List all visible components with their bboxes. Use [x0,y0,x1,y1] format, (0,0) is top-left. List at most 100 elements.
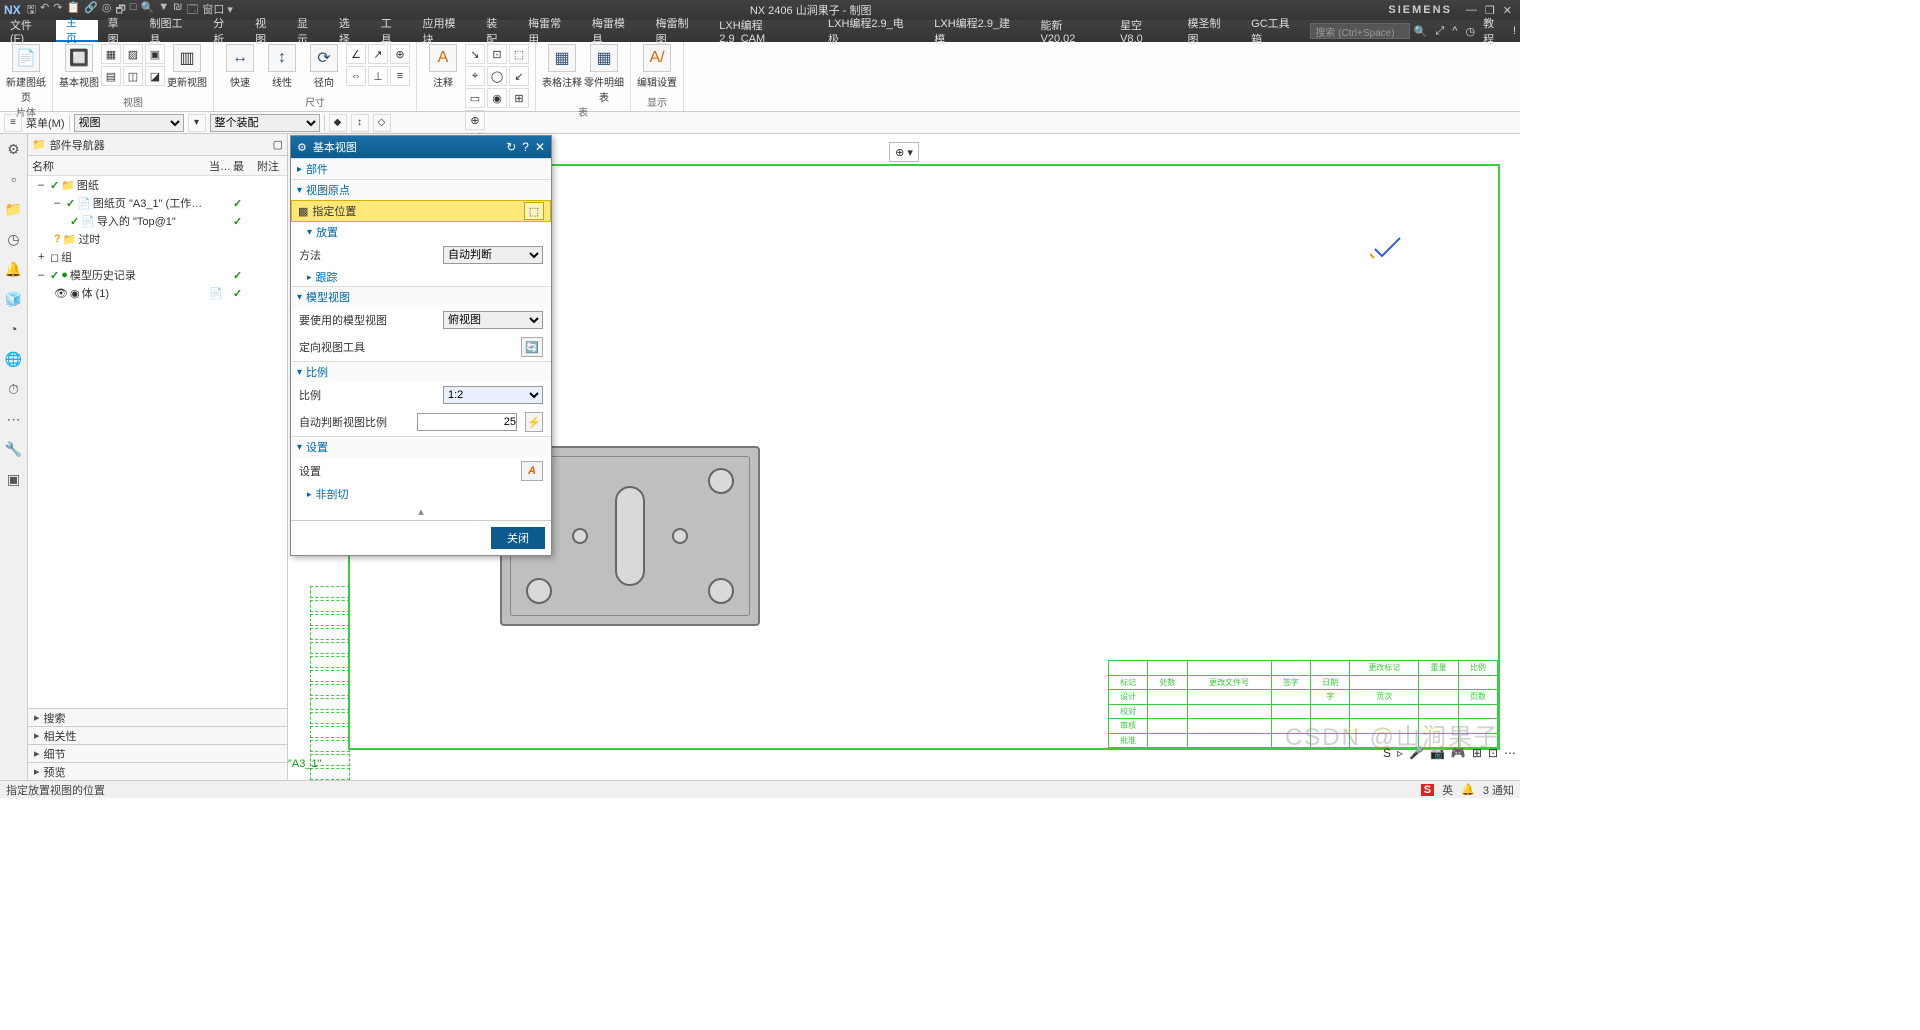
ribbon-small-button[interactable]: ↙ [509,66,529,86]
dialog-titlebar[interactable]: ⚙ 基本视图 ↻ ? ✕ [291,136,551,158]
accordion-header[interactable]: 相关性 [28,726,287,744]
menu-tab[interactable]: 梅雷常用 [518,20,582,42]
ribbon-small-button[interactable]: ⊞ [509,88,529,108]
menu-tab[interactable]: 能新 V20.02 [1031,20,1111,42]
ribbon-small-button[interactable]: ⊕ [390,44,410,64]
menu-tab[interactable]: 草图 [98,20,140,42]
tray-icon[interactable]: ⊡ [1488,746,1498,760]
tray-icon[interactable]: 🎮 [1451,746,1466,760]
menu-tab[interactable]: 分析 [203,20,245,42]
use-model-select[interactable]: 俯视图 [443,311,543,329]
menu-tab[interactable]: 主页 [56,20,98,42]
menubar-icon[interactable]: ! [1513,25,1516,37]
menu-tab[interactable]: GC工具箱 [1241,20,1310,42]
view-filter-select[interactable]: 视图 [74,114,184,132]
leftstrip-button[interactable]: 🔧 [3,438,25,460]
search-input[interactable]: 搜索 (Ctrl+Space) [1310,23,1409,39]
tray-icon[interactable]: ⊞ [1472,746,1482,760]
ime-label[interactable]: 英 [1442,782,1453,798]
navigator-tree[interactable]: 名称 当… 最 附注 –✓📁图纸–✓📄图纸页 "A3_1" (工作…✓✓📄导入的… [28,156,287,432]
ribbon-big-button[interactable]: 📄新建图纸页 [6,44,46,104]
accordion-header[interactable]: 预览 [28,762,287,780]
tree-row[interactable]: 👁◉体 (1)📄✓ [28,284,287,302]
notification-count[interactable]: 3 通知 [1483,782,1514,798]
ribbon-small-button[interactable]: ▣ [145,44,165,64]
ribbon-small-button[interactable]: ◉ [487,88,507,108]
menubar-icon[interactable]: 教程 [1483,15,1505,47]
tree-row[interactable]: +◻组 [28,248,287,266]
ribbon-small-button[interactable]: ∠ [346,44,366,64]
ribbon-small-button[interactable]: ◪ [145,66,165,86]
menu-label[interactable]: 菜单(M) [26,115,65,131]
specify-location-row[interactable]: ▩ 指定位置 ⬚ [291,200,551,222]
dialog-resize-handle[interactable]: ▴ [291,503,551,520]
accordion-header[interactable]: 细节 [28,744,287,762]
ribbon-big-button[interactable]: ↕线性 [262,44,302,89]
menubar-icon[interactable]: ^ [1452,25,1457,37]
ribbon-small-button[interactable]: ◯ [487,66,507,86]
menu-tab[interactable]: 应用模块 [413,20,477,42]
dialog-close-button[interactable]: 关闭 [491,527,545,549]
menu-tab[interactable]: 显示 [287,20,329,42]
tray-icon[interactable]: 📷 [1430,746,1445,760]
menu-tab[interactable]: 装配 [476,20,518,42]
ribbon-big-button[interactable]: ⟳径向 [304,44,344,89]
ribbon-big-button[interactable]: ↔快速 [220,44,260,89]
menu-tab[interactable]: LXH编程2.9_建模 [924,20,1030,42]
menu-tab[interactable]: LXH编程2.9_电极 [818,20,924,42]
ribbon-small-button[interactable]: ◫ [123,66,143,86]
section-scale[interactable]: 比例 [291,362,551,382]
specify-location-picker-icon[interactable]: ⬚ [524,202,544,220]
menu-tab[interactable]: 星空 V8.0 [1110,20,1177,42]
tree-row[interactable]: –✓📁图纸 [28,176,287,194]
qat-button[interactable]: □ [130,1,137,20]
menubar-icon[interactable]: ◷ [1465,25,1475,38]
filter-icon[interactable]: ▾ [188,114,206,132]
ribbon-small-button[interactable]: ▤ [101,66,121,86]
sheet-tab[interactable]: "A3_1" [288,758,322,770]
tool-icon-1[interactable]: ◆ [329,114,347,132]
ribbon-big-button[interactable]: 🔲基本视图 [59,44,99,89]
navigator-pin-icon[interactable]: ▢ [273,138,283,151]
leftstrip-button[interactable]: ▣ [3,468,25,490]
menu-tab[interactable]: 梅雷模具 [582,20,646,42]
notification-bell-icon[interactable]: 🔔 [1461,783,1475,796]
section-track[interactable]: 跟踪 [291,268,551,286]
section-placement[interactable]: 放置 [291,222,551,242]
ribbon-small-button[interactable]: ⬚ [509,44,529,64]
ribbon-small-button[interactable]: ↘ [465,44,485,64]
ribbon-small-button[interactable]: ⇔ [346,66,366,86]
menu-tab[interactable]: 视图 [245,20,287,42]
method-select[interactable]: 自动判断 [443,246,543,264]
leftstrip-button[interactable]: ⚙ [3,138,25,160]
minimize-button[interactable]: — [1466,4,1477,16]
ribbon-big-button[interactable]: ▦零件明细表 [584,44,624,104]
menu-tab[interactable]: 选择 [329,20,371,42]
ribbon-big-button[interactable]: A/编辑设置 [637,44,677,89]
dialog-gear-icon[interactable]: ⚙ [297,141,307,154]
menu-tab[interactable]: 文件(F) [0,20,56,42]
leftstrip-button[interactable]: 🔔 [3,258,25,280]
dialog-refresh-icon[interactable]: ↻ [506,140,516,154]
leftstrip-button[interactable]: ⋯ [3,408,25,430]
menu-tab[interactable]: 模圣制图 [1177,20,1241,42]
tray-icon[interactable]: S [1383,746,1391,760]
menubar-icon[interactable]: ⤢ [1435,25,1444,38]
section-view-origin[interactable]: 视图原点 [291,180,551,200]
base-view-dialog[interactable]: ⚙ 基本视图 ↻ ? ✕ 部件 视图原点 ▩ 指定位置 ⬚ 放置 方法 自动判断… [290,135,552,556]
qat-button[interactable]: ↷ [53,1,62,20]
menu-icon[interactable]: ≡ [4,114,22,132]
settings-edit-button[interactable]: A [521,461,543,481]
section-non-section[interactable]: 非剖切 [291,485,551,503]
tray-icon[interactable]: ⋯ [1504,746,1516,760]
ribbon-small-button[interactable]: ⌖ [465,66,485,86]
leftstrip-button[interactable]: ⏱ [3,378,25,400]
leftstrip-button[interactable]: ▫ [3,168,25,190]
ribbon-small-button[interactable]: ▭ [465,88,485,108]
accordion-header[interactable]: 搜索 [28,708,287,726]
ribbon-small-button[interactable]: ≡ [390,66,410,86]
ribbon-small-button[interactable]: ⊕ [465,110,485,130]
tray-icon[interactable]: ▹ [1397,746,1403,760]
menu-tab[interactable]: 工具 [371,20,413,42]
ime-icon[interactable]: S [1421,784,1434,796]
